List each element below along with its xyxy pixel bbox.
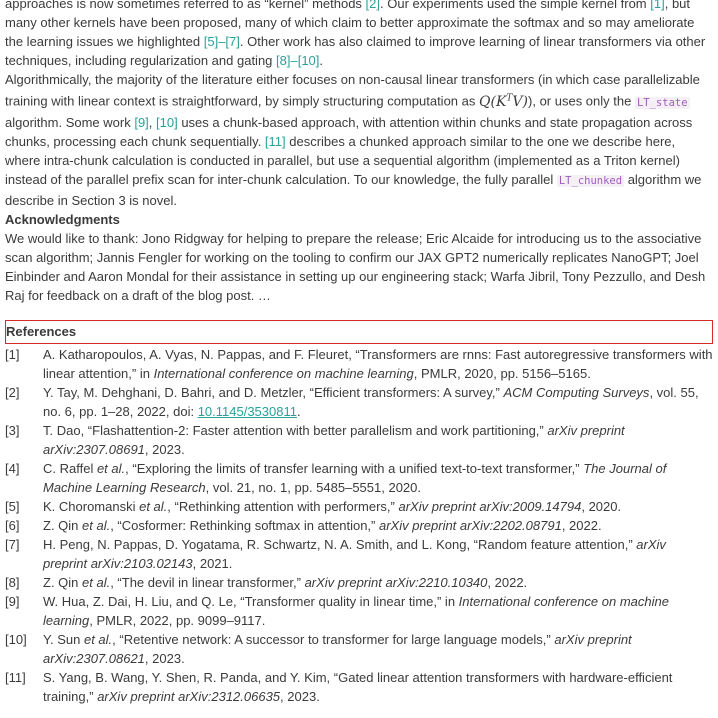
reference-item: [2] Y. Tay, M. Dehghani, D. Bahri, and D… — [5, 383, 713, 421]
citation-1[interactable]: [1] — [650, 0, 664, 11]
reference-number: [7] — [5, 536, 20, 552]
doi-link[interactable]: 10.1145/3530811 — [198, 404, 297, 419]
reference-item: [10] Y. Sun et al., “Retentive network: … — [5, 630, 713, 668]
acknowledgments-heading: Acknowledgments — [5, 211, 120, 227]
reference-number: [8] — [5, 574, 20, 590]
text: . — [319, 53, 324, 68]
text: , — [148, 114, 157, 130]
document-page: approaches is now sometimes referred to … — [5, 0, 713, 706]
reference-item: [8] Z. Qin et al., “The devil in linear … — [5, 573, 713, 592]
citation-2[interactable]: [2] — [366, 0, 380, 11]
reference-number: [11] — [5, 669, 26, 685]
reference-number: [3] — [5, 422, 20, 438]
reference-item: [7] H. Peng, N. Pappas, D. Yogatama, R. … — [5, 535, 713, 573]
reference-text: A. Katharopoulos, A. Vyas, N. Pappas, an… — [43, 346, 713, 381]
reference-text: Z. Qin et al., “Cosformer: Rethinking so… — [43, 517, 602, 533]
reference-text: W. Hua, Z. Dai, H. Liu, and Q. Le, “Tran… — [43, 593, 669, 628]
text: algorithm. Some work — [5, 114, 135, 130]
reference-item: [11] S. Yang, B. Wang, Y. Shen, R. Panda… — [5, 668, 713, 706]
references-heading: References — [6, 324, 77, 340]
related-work-paragraph-2: Algorithmically, the majority of the lit… — [5, 70, 713, 210]
reference-number: [5] — [5, 498, 20, 514]
reference-text: S. Yang, B. Wang, Y. Shen, R. Panda, and… — [43, 669, 673, 704]
code-lt-chunked: LT_chunked — [556, 174, 625, 187]
reference-text: K. Choromanski et al., “Rethinking atten… — [43, 498, 622, 514]
related-work-paragraph-1: approaches is now sometimes referred to … — [5, 0, 713, 70]
math-expression: Q(KTV) — [478, 93, 529, 110]
reference-text: C. Raffel et al., “Exploring the limits … — [43, 460, 667, 495]
reference-number: [10] — [5, 631, 27, 647]
citation-5-7[interactable]: [5]–[7] — [204, 34, 240, 49]
reference-item: [5] K. Choromanski et al., “Rethinking a… — [5, 497, 713, 516]
text: ), or uses only the — [528, 93, 635, 109]
references-heading-highlight: References — [5, 319, 713, 344]
reference-item: [1] A. Katharopoulos, A. Vyas, N. Pappas… — [5, 345, 713, 383]
code-lt-state: LT_state — [634, 96, 690, 109]
reference-text: Y. Tay, M. Dehghani, D. Bahri, and D. Me… — [43, 384, 699, 419]
reference-item: [6] Z. Qin et al., “Cosformer: Rethinkin… — [5, 516, 713, 535]
reference-number: [6] — [5, 517, 20, 533]
reference-item: [3] T. Dao, “Flashattention-2: Faster at… — [5, 421, 713, 459]
reference-item: [9] W. Hua, Z. Dai, H. Liu, and Q. Le, “… — [5, 592, 713, 630]
citation-10[interactable]: [10] — [156, 115, 178, 130]
reference-number: [2] — [5, 384, 20, 400]
reference-text: Z. Qin et al., “The devil in linear tran… — [43, 574, 528, 590]
reference-item: [4] C. Raffel et al., “Exploring the lim… — [5, 459, 713, 497]
reference-text: H. Peng, N. Pappas, D. Yogatama, R. Schw… — [43, 536, 666, 571]
text: approaches is now sometimes referred to … — [5, 0, 366, 11]
reference-list: [1] A. Katharopoulos, A. Vyas, N. Pappas… — [5, 345, 713, 706]
citation-11[interactable]: [11] — [265, 134, 286, 149]
reference-number: [1] — [5, 346, 20, 362]
text: . Our experiments used the simple kernel… — [380, 0, 651, 11]
reference-text: T. Dao, “Flashattention-2: Faster attent… — [43, 422, 625, 457]
acknowledgments-text: We would like to thank: Jono Ridgway for… — [5, 230, 706, 303]
reference-text: Y. Sun et al., “Retentive network: A suc… — [43, 631, 632, 666]
reference-number: [4] — [5, 460, 20, 476]
reference-number: [9] — [5, 593, 20, 609]
citation-9[interactable]: [9] — [134, 115, 148, 130]
citation-8-10[interactable]: [8]–[10] — [276, 53, 319, 68]
